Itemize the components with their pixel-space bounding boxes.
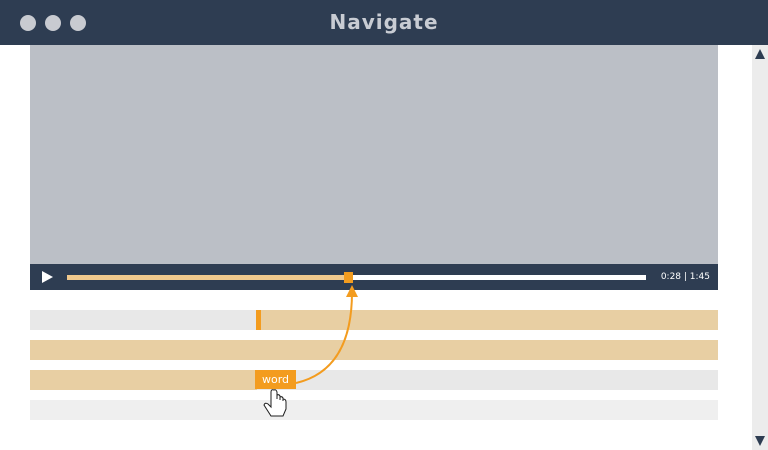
vertical-scrollbar[interactable] [752,45,768,450]
triangle-down-icon[interactable] [755,436,765,446]
triangle-up-icon[interactable] [755,49,765,59]
hand-pointer-icon [263,389,287,417]
